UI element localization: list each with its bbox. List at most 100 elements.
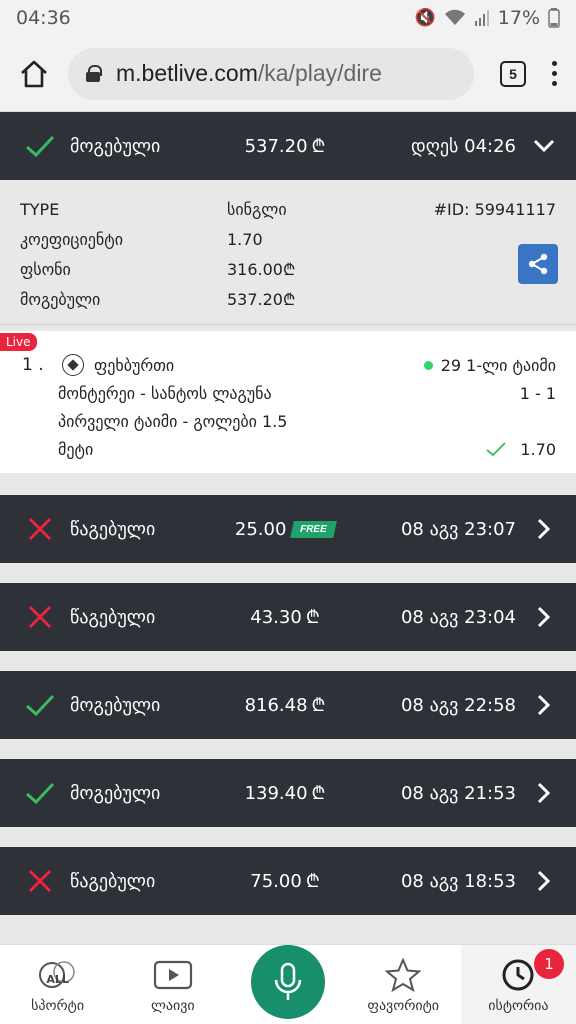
cross-icon bbox=[24, 513, 56, 545]
currency-icon: ₾ bbox=[305, 607, 320, 628]
bet-amount: 139.40 ₾ bbox=[244, 782, 326, 805]
currency-icon: ₾ bbox=[311, 136, 326, 157]
browser-toolbar: m.betlive.com/ka/play/dire 5 bbox=[0, 36, 576, 112]
video-icon bbox=[153, 956, 193, 994]
url-text: m.betlive.com/ka/play/dire bbox=[116, 60, 382, 86]
share-button[interactable] bbox=[518, 244, 558, 284]
home-button[interactable] bbox=[12, 52, 56, 96]
type-label: TYPE bbox=[20, 199, 60, 219]
check-icon bbox=[24, 130, 56, 162]
nav-history-label: ისტორია bbox=[488, 998, 549, 1014]
bet-date: დღეს 04:26 bbox=[410, 135, 516, 157]
event-market: პირველი ტაიმი - გოლები 1.5 bbox=[58, 411, 288, 431]
bet-row[interactable]: წაგებული 25.00 FREE 08 აგვ 23:07 bbox=[0, 495, 576, 563]
bottom-nav: ALL სპორტი ლაივი ფავორიტი ისტორია 1 bbox=[0, 944, 576, 1024]
nav-voice[interactable] bbox=[230, 945, 345, 1024]
bet-row[interactable]: წაგებული 75.00 ₾ 08 აგვ 18:53 bbox=[0, 847, 576, 915]
live-dot-icon bbox=[423, 360, 433, 370]
free-bet-badge: FREE bbox=[290, 520, 337, 538]
check-icon bbox=[24, 689, 56, 721]
event-score: 1 - 1 bbox=[519, 383, 556, 403]
chevron-right-icon[interactable] bbox=[532, 694, 556, 716]
nav-live[interactable]: ლაივი bbox=[115, 945, 230, 1024]
share-icon bbox=[528, 253, 548, 275]
bet-date: 08 აგვ 22:58 bbox=[400, 694, 516, 716]
bet-status: წაგებული bbox=[70, 606, 156, 628]
bet-date: 08 აგვ 23:04 bbox=[400, 606, 516, 628]
history-badge: 1 bbox=[534, 949, 565, 979]
bet-details: TYPE სინგლი #ID: 59941117 კოეფიციენტი 1.70 … bbox=[0, 180, 576, 325]
status-time: 04:36 bbox=[16, 7, 71, 29]
bet-date: 08 აგვ 23:07 bbox=[400, 518, 516, 540]
bet-amount: 75.00 ₾ bbox=[250, 870, 320, 893]
bet-status: წაგებული bbox=[70, 518, 156, 540]
microphone-button[interactable] bbox=[251, 945, 325, 1019]
check-icon bbox=[24, 777, 56, 809]
currency-icon: ₾ bbox=[311, 783, 326, 804]
bet-status: მოგებული bbox=[70, 135, 161, 157]
bet-amount: 43.30 ₾ bbox=[250, 606, 320, 629]
nav-live-label: ლაივი bbox=[150, 998, 195, 1014]
star-icon bbox=[385, 956, 422, 994]
bet-amount: 816.48 ₾ bbox=[244, 694, 326, 717]
tab-switcher-button[interactable]: 5 bbox=[500, 60, 526, 87]
event-sport: ფეხბურთი bbox=[94, 355, 175, 375]
event-card: Live 1 . ფეხბურთი 29 1-ლი ტაიმი მონტერეი… bbox=[0, 331, 576, 473]
chevron-right-icon[interactable] bbox=[532, 518, 556, 540]
home-icon bbox=[21, 60, 47, 87]
chevron-right-icon[interactable] bbox=[532, 782, 556, 804]
nav-history[interactable]: ისტორია 1 bbox=[460, 945, 576, 1024]
history-icon bbox=[500, 956, 536, 994]
bet-row[interactable]: მოგებული 139.40 ₾ 08 აგვ 21:53 bbox=[0, 759, 576, 827]
stake-label: ფსონი bbox=[20, 259, 71, 279]
chevron-down-icon[interactable] bbox=[532, 139, 556, 153]
type-value: სინგლი bbox=[227, 199, 287, 219]
cross-icon bbox=[24, 865, 56, 897]
bet-row[interactable]: წაგებული 43.30 ₾ 08 აგვ 23:04 bbox=[0, 583, 576, 651]
battery-percent: 17% bbox=[497, 7, 540, 29]
nav-favorites[interactable]: ფავორიტი bbox=[346, 945, 461, 1024]
cross-icon bbox=[24, 601, 56, 633]
event-teams: მონტერეი - სანტოს ლაგუნა bbox=[58, 383, 272, 403]
address-bar[interactable]: m.betlive.com/ka/play/dire bbox=[68, 47, 474, 100]
win-value: 537.20₾ bbox=[227, 290, 296, 309]
bet-date: 08 აგვ 21:53 bbox=[400, 782, 516, 804]
event-odd: 1.70 bbox=[520, 439, 556, 459]
chevron-right-icon[interactable] bbox=[532, 870, 556, 892]
bet-row-open[interactable]: მოგებული 537.20 ₾ დღეს 04:26 bbox=[0, 112, 576, 180]
coef-label: კოეფიციენტი bbox=[20, 229, 124, 249]
event-number: 1 . bbox=[22, 355, 44, 375]
currency-icon: ₾ bbox=[311, 695, 326, 716]
status-icons: 🔇 17% bbox=[415, 7, 560, 29]
bet-status: წაგებული bbox=[70, 870, 156, 892]
status-bar: 04:36 🔇 17% bbox=[0, 0, 576, 36]
bets-list: წაგებული 25.00 FREE 08 აგვ 23:07 წაგებული 43.… bbox=[0, 495, 576, 915]
stake-value: 316.00₾ bbox=[227, 260, 296, 279]
bet-status: მოგებული bbox=[70, 694, 161, 716]
bet-amount: 537.20 ₾ bbox=[244, 135, 326, 158]
lock-icon bbox=[86, 65, 102, 82]
bet-date: 08 აგვ 18:53 bbox=[400, 870, 516, 892]
currency-icon: ₾ bbox=[305, 871, 320, 892]
signal-icon bbox=[474, 10, 489, 26]
bet-row[interactable]: მოგებული 816.48 ₾ 08 აგვ 22:58 bbox=[0, 671, 576, 739]
event-selection: მეტი bbox=[58, 439, 94, 459]
live-badge: Live bbox=[0, 333, 37, 351]
bet-amount: 25.00 FREE bbox=[210, 519, 360, 540]
battery-icon bbox=[548, 8, 560, 28]
mute-icon: 🔇 bbox=[414, 8, 436, 28]
check-icon bbox=[486, 442, 507, 457]
microphone-icon bbox=[274, 962, 302, 1000]
bet-id: #ID: 59941117 bbox=[433, 199, 556, 219]
sports-all-label: ALL bbox=[46, 973, 69, 986]
win-label: მოგებული bbox=[20, 289, 101, 309]
nav-sports[interactable]: ALL სპორტი bbox=[0, 945, 115, 1024]
bet-status: მოგებული bbox=[70, 782, 161, 804]
nav-sports-label: სპორტი bbox=[31, 998, 85, 1014]
browser-menu-button[interactable] bbox=[544, 61, 564, 86]
wifi-icon bbox=[444, 9, 465, 25]
event-minute: 29 1-ლი ტაიმი bbox=[440, 355, 556, 375]
chevron-right-icon[interactable] bbox=[532, 606, 556, 628]
nav-favorites-label: ფავორიტი bbox=[367, 998, 440, 1014]
football-icon bbox=[62, 354, 84, 376]
